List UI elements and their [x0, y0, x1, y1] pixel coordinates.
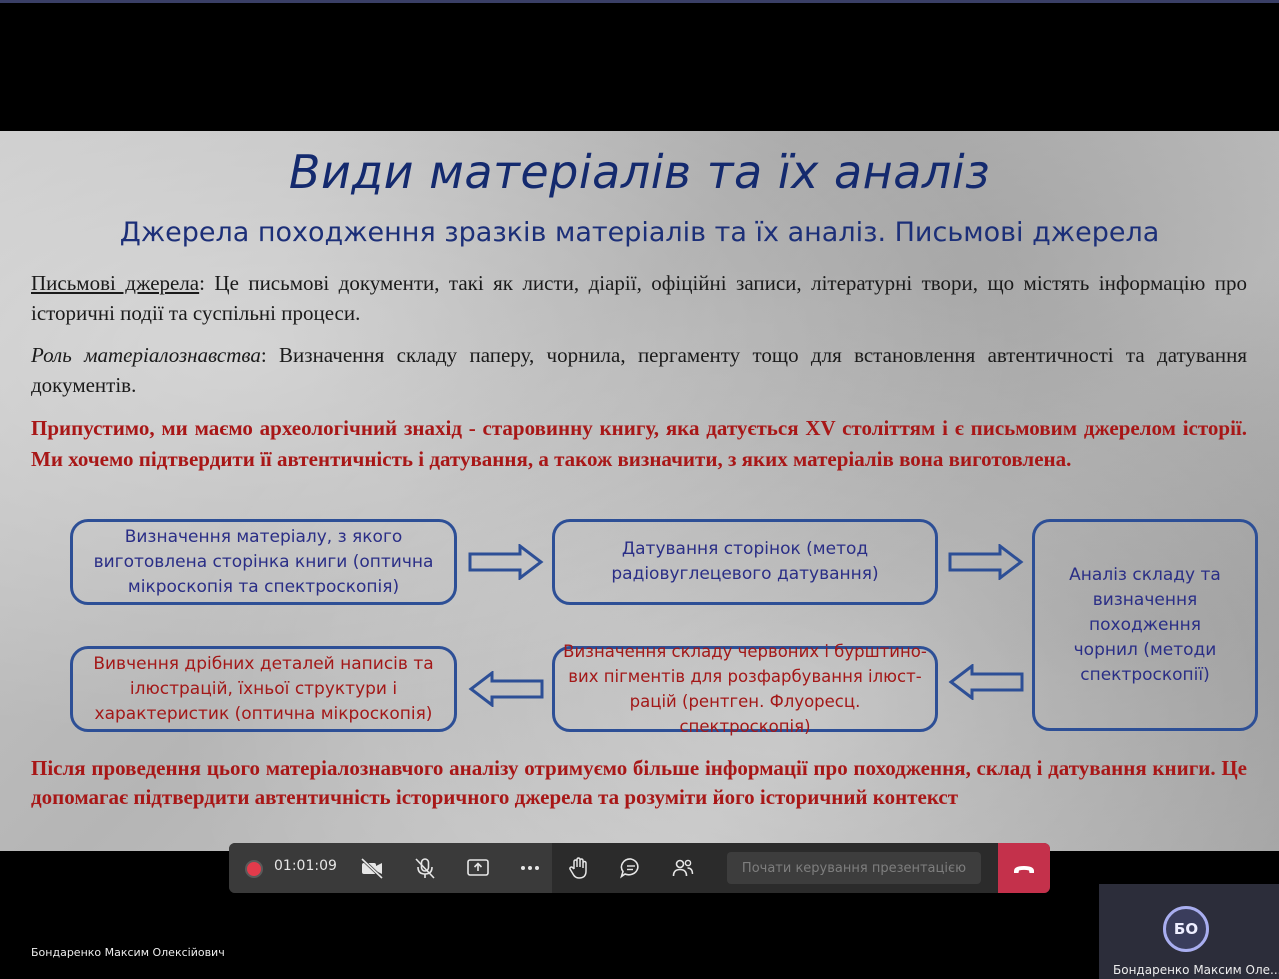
box-line: рацій (рентген. Флуоресц. спектроскопія): [629, 692, 861, 736]
box-line: мікроскопія та спектроскопія): [127, 576, 400, 597]
take-control-presentation-button[interactable]: Почати керування презентацією: [727, 852, 981, 884]
share-screen-icon[interactable]: [465, 855, 491, 881]
arrow-right-icon: [948, 544, 1024, 580]
box-line: Датування сторінок (метод: [621, 539, 869, 559]
avatar: БО: [1163, 906, 1209, 952]
box-line: характеристик (оптична мікроскопія): [94, 703, 433, 724]
arrow-left-icon: [948, 664, 1024, 700]
camera-off-icon[interactable]: [359, 855, 385, 881]
materials-role-paragraph: Роль матеріалознавства: Визначення склад…: [31, 340, 1247, 400]
flow-box-pigment-analysis: Визначення складу червоних і бурштино- в…: [552, 642, 938, 736]
box-line: вих пігментів для розфарбування ілюст-: [568, 667, 922, 686]
box-line: ілюстрацій, їхньої структури і: [129, 678, 398, 699]
box-line: радіовуглецевого датування): [611, 564, 879, 584]
presenter-name: Бондаренко Максим Олексійович: [31, 946, 225, 959]
flow-box-detail-study: Вивчення дрібних деталей написів та ілюс…: [70, 646, 457, 732]
hang-up-button[interactable]: [998, 843, 1050, 893]
box-line: Визначення матеріалу, з якого: [124, 526, 403, 547]
slide-subtitle: Джерела походження зразків матеріалів та…: [119, 217, 1160, 248]
flow-box-dating: Датування сторінок (метод радіовуглецево…: [552, 519, 938, 605]
chat-icon[interactable]: [618, 855, 644, 881]
media-controls-segment: [345, 843, 552, 893]
conclusion-text: Після проведення цього матеріалознавчого…: [31, 756, 1247, 809]
box-line: Аналіз складу та: [1069, 564, 1221, 585]
arrow-right-icon: [468, 544, 544, 580]
slide-title: Види матеріалів та їх аналіз: [288, 145, 991, 199]
meeting-control-bar: 01:01:09 Почати керування презентацією: [229, 843, 1050, 893]
arrow-left-icon: [468, 671, 544, 707]
box-line: походження: [1089, 614, 1201, 635]
box-line: виготовлена сторінка книги (оптична: [93, 551, 434, 572]
box-line: визначення: [1092, 589, 1198, 610]
hypothesis-text: Припустимо, ми маємо археологічний знахі…: [31, 416, 1247, 471]
participant-name: Бондаренко Максим Оле...: [1113, 963, 1279, 977]
materials-role-lead: Роль матеріалознавства: [31, 343, 261, 367]
raise-hand-icon[interactable]: [566, 855, 592, 881]
written-sources-text: : Це письмові документи, такі як листи, …: [31, 271, 1247, 325]
flow-box-ink-analysis: Аналіз складу та визначення походження ч…: [1032, 519, 1258, 731]
written-sources-paragraph: Письмові джерела: Це письмові документи,…: [31, 268, 1247, 328]
participant-tile[interactable]: БО Бондаренко Максим Оле...: [1099, 884, 1279, 979]
recording-icon: [245, 860, 263, 878]
box-line: спектроскопії): [1080, 664, 1210, 685]
box-line: Визначення складу червоних і бурштино-: [563, 642, 927, 661]
box-line: чорнил (методи: [1073, 639, 1217, 660]
written-sources-lead: Письмові джерела: [31, 271, 200, 295]
interaction-segment: [552, 843, 710, 893]
recording-segment: 01:01:09: [229, 843, 345, 893]
mic-off-icon[interactable]: [412, 855, 438, 881]
box-line: Вивчення дрібних деталей написів та: [93, 653, 434, 674]
people-icon[interactable]: [670, 855, 696, 881]
more-icon[interactable]: [517, 855, 543, 881]
hang-up-icon: [1014, 866, 1034, 873]
meeting-timer: 01:01:09: [274, 858, 337, 874]
flow-box-material-identification: Визначення матеріалу, з якого виготовлен…: [70, 519, 457, 605]
top-accent-bar: [0, 0, 1279, 3]
presentation-slide: Види матеріалів та їх аналіз Джерела пох…: [0, 131, 1279, 851]
